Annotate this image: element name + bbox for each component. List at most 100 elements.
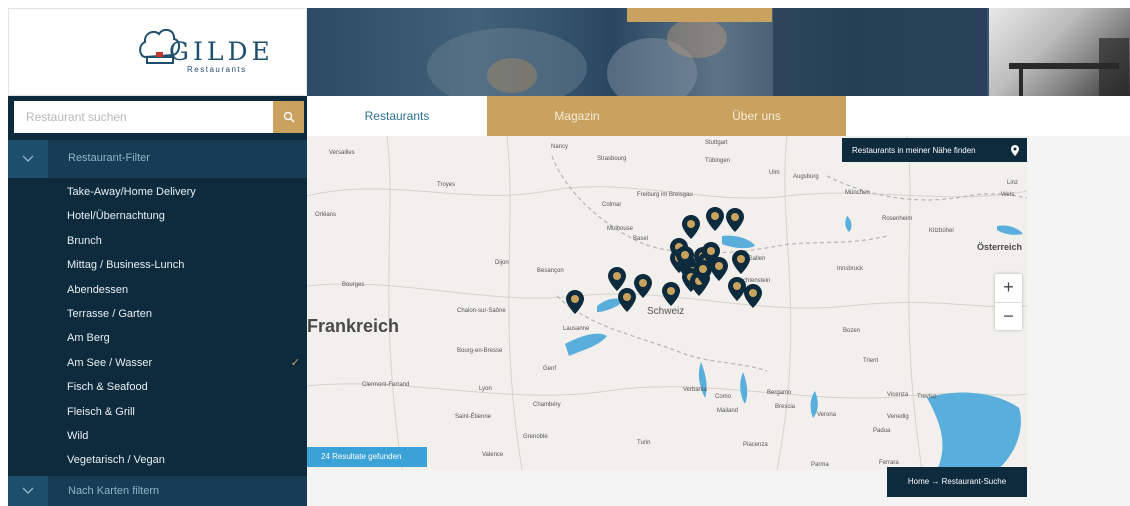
nearby-label: Restaurants in meiner Nähe finden [852, 145, 976, 155]
city-label: Venedig [887, 414, 909, 420]
tab-spacer [846, 96, 1130, 136]
sidebar: Restaurant-Filter Take-Away/Home Deliver… [8, 96, 307, 506]
city-label: Verbania [683, 387, 707, 393]
city-label: Verona [817, 412, 837, 418]
restaurant-pin[interactable] [566, 290, 584, 314]
filter-item-terrasse[interactable]: Terrasse / Garten [8, 302, 307, 326]
map-filter-header[interactable]: Nach Karten filtern [8, 476, 307, 506]
filter-item-brunch[interactable]: Brunch [8, 229, 307, 253]
filter-label: Brunch [67, 234, 102, 247]
city-label: München [845, 190, 870, 196]
restaurant-pin[interactable] [682, 215, 700, 239]
city-label: Vicenza [887, 392, 909, 398]
city-label: Colmar [602, 202, 621, 208]
restaurant-pin[interactable] [618, 288, 636, 312]
filter-label: Vegetarisch / Vegan [67, 454, 165, 467]
breadcrumb: Home → Restaurant-Suche [887, 467, 1027, 497]
filter-label: Wild [67, 429, 89, 442]
city-label: Versailles [329, 150, 355, 156]
filter-item-fleisch[interactable]: Fleisch & Grill [8, 400, 307, 424]
filter-label: Mittag / Business-Lunch [67, 259, 185, 272]
city-label: Freiburg im Breisgau [637, 192, 693, 198]
city-label: Lyon [479, 386, 492, 392]
city-label: Chambéry [533, 402, 561, 408]
city-label: Mulhouse [607, 226, 634, 232]
country-label: Schweiz [647, 306, 684, 317]
country-label-frankreich: Frankreich [307, 316, 399, 336]
filter-label: Am See / Wasser [67, 356, 153, 369]
city-label: Como [715, 394, 732, 400]
country-label-oesterreich: Österreich [977, 242, 1022, 252]
pins-layer [566, 207, 762, 314]
filter-item-abendessen[interactable]: Abendessen [8, 278, 307, 302]
logo[interactable]: GILDE Restaurants [8, 8, 307, 96]
filter-item-lunch[interactable]: Mittag / Business-Lunch [8, 253, 307, 277]
city-label: Parma [811, 462, 829, 468]
restaurant-pin[interactable] [608, 267, 626, 291]
city-label: Valence [482, 452, 504, 458]
filter-item-wild[interactable]: Wild [8, 424, 307, 448]
tab-magazin[interactable]: Magazin [487, 96, 667, 136]
map-canvas[interactable]: Versailles Nancy Strasbourg Stuttgart Tü… [307, 136, 1027, 470]
city-label: Ferrara [879, 460, 899, 466]
filter-item-hotel[interactable]: Hotel/Übernachtung [8, 204, 307, 228]
chevron-down-icon[interactable] [8, 140, 48, 178]
city-label: Clermont-Ferrand [362, 382, 409, 388]
checkmark-icon: ✓ [290, 356, 300, 369]
city-label: Rosenheim [882, 216, 912, 222]
city-label: Augsburg [793, 174, 819, 180]
tab-ueber-uns[interactable]: Über uns [667, 96, 846, 136]
filter-item-am-see[interactable]: Am See / Wasser ✓ [8, 351, 307, 375]
search-icon [283, 111, 294, 123]
restaurant-pin[interactable] [710, 257, 728, 281]
results-count-badge: 24 Resultate gefunden [307, 447, 427, 467]
city-label: Bozen [843, 328, 860, 334]
city-label: Chalon-sur-Saône [457, 308, 506, 314]
filter-label: Abendessen [67, 283, 129, 296]
city-label: Stuttgart [705, 140, 728, 146]
city-label: Dijon [495, 260, 509, 266]
city-label: Bergamo [767, 390, 792, 396]
city-label: Linz [1007, 180, 1018, 186]
city-label: Mailand [717, 408, 738, 414]
map[interactable]: Versailles Nancy Strasbourg Stuttgart Tü… [307, 136, 1027, 470]
city-label: Grenoble [523, 434, 548, 440]
filter-label: Am Berg [67, 332, 110, 345]
city-label: Bourges [342, 282, 364, 288]
breadcrumb-separator: → [931, 477, 940, 486]
hero-top-button[interactable] [627, 8, 772, 22]
city-label: Piacenza [743, 442, 768, 448]
chevron-down-icon[interactable] [8, 476, 48, 506]
filter-item-vegetarisch[interactable]: Vegetarisch / Vegan [8, 448, 307, 472]
city-label: Lausanne [563, 326, 590, 332]
filter-item-fisch[interactable]: Fisch & Seafood [8, 375, 307, 399]
filter-label: Fleisch & Grill [67, 405, 135, 418]
zoom-in-button[interactable]: + [995, 274, 1022, 302]
filter-label: Terrasse / Garten [67, 307, 152, 320]
restaurant-pin[interactable] [732, 250, 750, 274]
filter-item-take-away[interactable]: Take-Away/Home Delivery [8, 180, 307, 204]
search-input[interactable] [14, 101, 273, 133]
restaurant-pin[interactable] [728, 277, 746, 301]
search-button[interactable] [273, 101, 304, 133]
breadcrumb-current: Restaurant-Suche [941, 477, 1007, 486]
tab-restaurants[interactable]: Restaurants [307, 96, 487, 136]
brand-subtitle: Restaurants [187, 65, 247, 74]
restaurant-pin[interactable] [706, 207, 724, 231]
city-label: Bourg-en-Bresse [457, 348, 503, 354]
restaurant-filter-header[interactable]: Restaurant-Filter [8, 140, 307, 178]
city-label: Ulm [769, 170, 780, 176]
city-label: Saint-Étienne [455, 413, 492, 420]
location-pin-icon [1003, 144, 1027, 156]
filter-item-am-berg[interactable]: Am Berg [8, 326, 307, 350]
city-label: Strasbourg [597, 156, 626, 162]
filter-list: Take-Away/Home Delivery Hotel/Übernachtu… [8, 180, 307, 473]
search-bar [14, 101, 304, 133]
city-label: Turin [637, 440, 650, 446]
nearby-restaurants-button[interactable]: Restaurants in meiner Nähe finden [842, 138, 1027, 162]
restaurant-pin[interactable] [662, 282, 680, 306]
restaurant-pin[interactable] [726, 208, 744, 232]
zoom-out-button[interactable]: − [995, 302, 1022, 330]
city-label: Basel [633, 236, 648, 242]
breadcrumb-home[interactable]: Home [908, 477, 929, 486]
